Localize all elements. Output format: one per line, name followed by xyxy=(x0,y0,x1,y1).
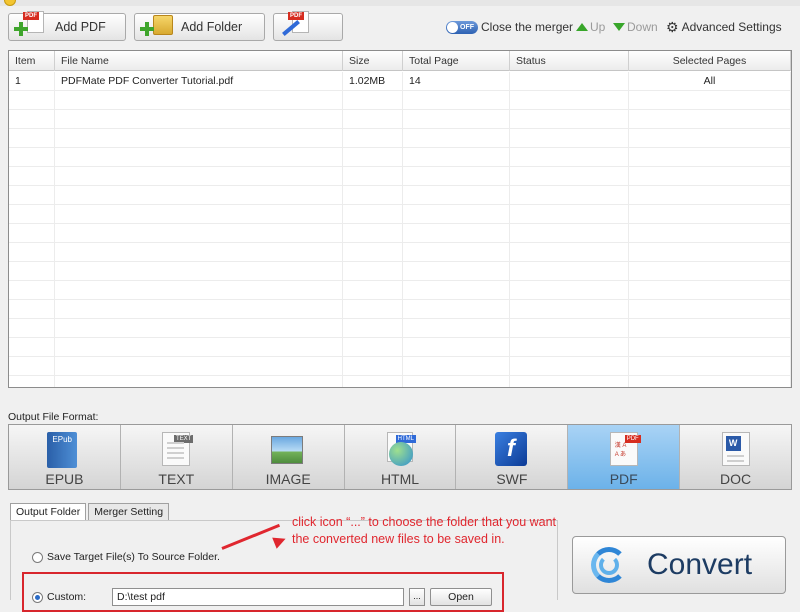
add-folder-button[interactable]: Add Folder xyxy=(134,13,265,41)
table-header: Item File Name Size Total Page Status Se… xyxy=(9,51,791,71)
advanced-settings-button[interactable]: ⚙ Advanced Settings xyxy=(666,20,782,34)
close-merger-label: Close the merger xyxy=(481,20,574,34)
empty-table-row xyxy=(9,129,791,148)
table-row[interactable]: 1 PDFMate PDF Converter Tutorial.pdf 1.0… xyxy=(9,72,791,91)
empty-table-row xyxy=(9,110,791,129)
epub-book-icon: EPub xyxy=(47,432,78,468)
cell-file-name: PDFMate PDF Converter Tutorial.pdf xyxy=(55,72,343,91)
annotation-line-1: click icon “...” to choose the folder th… xyxy=(292,515,557,529)
tab-output-folder[interactable]: Output Folder xyxy=(10,503,87,521)
save-to-source-radio[interactable] xyxy=(32,552,43,563)
format-label: EPUB xyxy=(45,471,84,487)
format-label: SWF xyxy=(496,471,528,487)
open-folder-button[interactable]: Open xyxy=(430,588,492,606)
edit-pdf-icon: PDF xyxy=(278,11,312,40)
convert-label: Convert xyxy=(647,548,753,581)
custom-folder-radio[interactable] xyxy=(32,592,43,603)
arrow-down-icon xyxy=(613,23,625,31)
column-header-size[interactable]: Size xyxy=(343,51,403,71)
add-pdf-label: Add PDF xyxy=(55,20,106,34)
column-header-selected-pages[interactable]: Selected Pages xyxy=(629,51,791,71)
format-label: IMAGE xyxy=(265,471,311,487)
cell-status xyxy=(510,72,629,91)
add-folder-icon xyxy=(139,14,173,40)
custom-path-input[interactable]: D:\test pdf xyxy=(112,588,404,606)
browse-button[interactable]: ... xyxy=(409,588,425,606)
empty-table-row xyxy=(9,243,791,262)
format-label: TEXT xyxy=(158,471,195,487)
empty-table-row xyxy=(9,91,791,110)
output-format-label: Output File Format: xyxy=(8,411,99,423)
column-header-status[interactable]: Status xyxy=(510,51,629,71)
format-html[interactable]: HTML HTML xyxy=(345,425,457,489)
column-header-total-page[interactable]: Total Page xyxy=(403,51,510,71)
pdf-document-icon: PDF 漢 A A あ xyxy=(609,432,641,466)
empty-table-row xyxy=(9,262,791,281)
empty-table-row xyxy=(9,376,791,387)
format-image[interactable]: IMAGE xyxy=(233,425,345,489)
column-header-item[interactable]: Item xyxy=(9,51,55,71)
down-button[interactable]: Down xyxy=(613,20,658,34)
edit-pdf-button[interactable]: PDF xyxy=(273,11,343,41)
format-epub[interactable]: EPub EPUB xyxy=(9,425,121,489)
arrow-up-icon xyxy=(576,23,588,31)
up-button[interactable]: Up xyxy=(576,20,605,34)
empty-table-row xyxy=(9,300,791,319)
cell-selected-pages[interactable]: All xyxy=(629,72,791,91)
convert-cycle-icon xyxy=(587,543,631,587)
annotation-line-2: the converted new files to be saved in. xyxy=(292,532,505,546)
empty-table-row xyxy=(9,338,791,357)
format-label: HTML xyxy=(380,471,420,487)
annotation-text: click icon “...” to choose the folder th… xyxy=(292,514,556,548)
down-label: Down xyxy=(627,20,658,34)
add-pdf-button[interactable]: PDF Add PDF xyxy=(8,11,126,41)
empty-table-row xyxy=(9,357,791,376)
empty-table-row xyxy=(9,186,791,205)
empty-table-row xyxy=(9,205,791,224)
add-folder-label: Add Folder xyxy=(181,20,243,34)
format-label: PDF xyxy=(609,471,638,487)
format-doc[interactable]: W DOC xyxy=(680,425,791,489)
format-swf[interactable]: f SWF xyxy=(456,425,569,489)
format-pdf[interactable]: PDF 漢 A A あ PDF xyxy=(568,425,681,489)
output-format-bar: EPub EPUB TEXT TEXT IMAGE HTML HTML f SW… xyxy=(8,424,792,490)
empty-table-row xyxy=(9,148,791,167)
gear-icon: ⚙ xyxy=(666,19,679,35)
text-document-icon: TEXT xyxy=(162,432,194,466)
save-to-source-label: Save Target File(s) To Source Folder. xyxy=(47,551,220,563)
merger-toggle[interactable]: OFF Close the merger xyxy=(446,20,573,34)
up-label: Up xyxy=(590,20,606,34)
advanced-settings-label: Advanced Settings xyxy=(681,20,782,34)
file-list-table[interactable]: Item File Name Size Total Page Status Se… xyxy=(8,50,792,388)
empty-table-row xyxy=(9,281,791,300)
convert-button[interactable]: Convert xyxy=(572,536,786,594)
empty-table-row xyxy=(9,167,791,186)
tab-merger-setting[interactable]: Merger Setting xyxy=(88,503,170,521)
flash-icon: f xyxy=(494,432,527,466)
toolbar: PDF Add PDF Add Folder PDF OFF Close the… xyxy=(0,6,800,46)
add-pdf-icon: PDF xyxy=(13,11,47,40)
cell-size: 1.02MB xyxy=(343,72,403,91)
empty-table-row xyxy=(9,224,791,243)
html-globe-icon: HTML xyxy=(383,432,417,468)
format-label: DOC xyxy=(720,471,752,487)
format-text[interactable]: TEXT TEXT xyxy=(121,425,233,489)
custom-label: Custom: xyxy=(47,591,87,603)
toggle-switch-icon[interactable]: OFF xyxy=(446,20,478,34)
cell-total-page: 14 xyxy=(403,72,510,91)
settings-tabs: Output Folder Merger Setting xyxy=(10,503,171,521)
image-icon xyxy=(271,436,304,464)
empty-table-row xyxy=(9,319,791,338)
column-header-file-name[interactable]: File Name xyxy=(55,51,343,71)
cell-item: 1 xyxy=(9,72,55,91)
word-document-icon: W xyxy=(721,432,750,466)
